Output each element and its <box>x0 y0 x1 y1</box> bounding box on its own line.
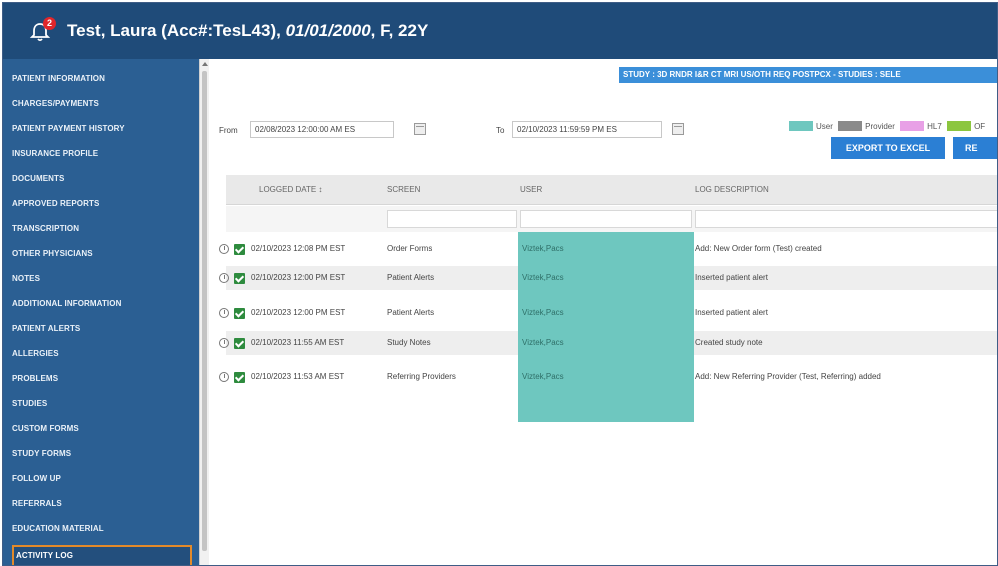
to-date-input[interactable]: 02/10/2023 11:59:59 PM ES <box>512 121 662 138</box>
logged-date-cell: 02/10/2023 12:00 PM EST <box>251 308 346 317</box>
sidebar-item-additional-information[interactable]: ADDITIONAL INFORMATION <box>12 293 192 315</box>
from-label: From <box>219 126 238 135</box>
sidebar-item-education-material[interactable]: EDUCATION MATERIAL <box>12 518 192 540</box>
user-cell: Viztek,Pacs <box>518 365 694 389</box>
export-to-excel-button[interactable]: EXPORT TO EXCEL <box>831 137 945 159</box>
user-cell: Viztek,Pacs <box>518 237 694 261</box>
user-cell: Viztek,Pacs <box>518 301 694 325</box>
column-header-log-description[interactable]: LOG DESCRIPTION <box>695 175 769 205</box>
legend-label-hl7: HL7 <box>927 121 942 131</box>
log-description-cell: Inserted patient alert <box>695 308 768 317</box>
notification-badge: 2 <box>43 17 56 30</box>
sidebar-item-follow-up[interactable]: FOLLOW UP <box>12 468 192 490</box>
screen-cell: Order Forms <box>387 244 433 253</box>
sidebar-item-patient-information[interactable]: PATIENT INFORMATION <box>12 68 192 90</box>
sidebar-item-patient-alerts[interactable]: PATIENT ALERTS <box>12 318 192 340</box>
table-row[interactable]: 02/10/2023 12:00 PM EST Patient Alerts V… <box>219 301 997 325</box>
table-row[interactable]: 02/10/2023 12:08 PM EST Order Forms Vizt… <box>219 237 997 261</box>
history-icon[interactable] <box>219 338 229 348</box>
history-icon[interactable] <box>219 244 229 254</box>
log-description-cell: Inserted patient alert <box>695 273 768 282</box>
sidebar-item-studies[interactable]: STUDIES <box>12 393 192 415</box>
legend-swatch-of <box>947 121 972 131</box>
sidebar-item-referrals[interactable]: REFERRALS <box>12 493 192 515</box>
scroll-up-icon[interactable] <box>202 62 208 66</box>
screen-cell: Referring Providers <box>387 372 456 381</box>
column-header-user[interactable]: USER <box>520 175 542 205</box>
legend-swatch-hl7 <box>900 121 925 131</box>
sidebar-item-notes[interactable]: NOTES <box>12 268 192 290</box>
sidebar-item-problems[interactable]: PROBLEMS <box>12 368 192 390</box>
user-cell: Viztek,Pacs <box>518 266 694 290</box>
checkbox-icon[interactable] <box>234 273 245 284</box>
logged-date-cell: 02/10/2023 11:53 AM EST <box>251 372 345 381</box>
checkbox-icon[interactable] <box>234 338 245 349</box>
sidebar-nav: PATIENT INFORMATION CHARGES/PAYMENTS PAT… <box>3 59 199 565</box>
table-row[interactable]: 02/10/2023 11:55 AM EST Study Notes Vizt… <box>219 331 997 355</box>
user-filter-input[interactable] <box>520 210 692 228</box>
user-cell: Viztek,Pacs <box>518 331 694 355</box>
sidebar-item-activity-log[interactable]: ACTIVITY LOG <box>12 545 192 565</box>
sidebar-item-transcription[interactable]: TRANSCRIPTION <box>12 218 192 240</box>
screen-cell: Patient Alerts <box>387 308 435 317</box>
legend-label-provider: Provider <box>865 121 895 131</box>
legend-swatch-provider <box>838 121 863 131</box>
scrollbar-thumb[interactable] <box>202 71 207 551</box>
to-label: To <box>496 126 505 135</box>
patient-dob: 01/01/2000 <box>285 21 371 40</box>
sidebar-item-custom-forms[interactable]: CUSTOM FORMS <box>12 418 192 440</box>
history-icon[interactable] <box>219 308 229 318</box>
column-header-screen[interactable]: SCREEN <box>387 175 420 205</box>
patient-header: 2 Test, Laura (Acc#:TesL43), 01/01/2000,… <box>3 3 997 59</box>
screen-filter-input[interactable] <box>387 210 517 228</box>
sidebar-item-documents[interactable]: DOCUMENTS <box>12 168 192 190</box>
legend-label-of: OF <box>974 121 986 131</box>
logged-date-cell: 02/10/2023 12:00 PM EST <box>251 273 346 282</box>
checkbox-icon[interactable] <box>234 372 245 383</box>
from-calendar-icon[interactable] <box>414 123 426 135</box>
sidebar-item-approved-reports[interactable]: APPROVED REPORTS <box>12 193 192 215</box>
sidebar-item-insurance-profile[interactable]: INSURANCE PROFILE <box>12 143 192 165</box>
screen-cell: Study Notes <box>387 338 431 347</box>
patient-details: , F, 22Y <box>370 21 429 40</box>
logged-date-cell: 02/10/2023 12:08 PM EST <box>251 244 346 253</box>
history-icon[interactable] <box>219 372 229 382</box>
study-banner: STUDY : 3D RNDR I&R CT MRI US/OTH REQ PO… <box>619 67 997 83</box>
patient-name: Test, Laura (Acc#:TesL43), <box>67 21 281 40</box>
from-date-input[interactable]: 02/08/2023 12:00:00 AM ES <box>250 121 394 138</box>
sidebar-item-study-forms[interactable]: STUDY FORMS <box>12 443 192 465</box>
checkbox-icon[interactable] <box>234 244 245 255</box>
history-icon[interactable] <box>219 273 229 283</box>
table-row[interactable]: 02/10/2023 12:00 PM EST Patient Alerts V… <box>219 266 997 290</box>
legend-swatch-user <box>789 121 813 131</box>
color-legend: User Provider HL7 OF <box>789 121 988 133</box>
sidebar-item-patient-payment-history[interactable]: PATIENT PAYMENT HISTORY <box>12 118 192 140</box>
column-header-logged-date[interactable]: LOGGED DATE ↕ <box>259 175 322 205</box>
sidebar-item-charges-payments[interactable]: CHARGES/PAYMENTS <box>12 93 192 115</box>
legend-label-user: User <box>816 121 833 131</box>
grid-header: LOGGED DATE ↕ SCREEN USER LOG DESCRIPTIO… <box>226 175 997 205</box>
patient-title: Test, Laura (Acc#:TesL43), 01/01/2000, F… <box>67 21 428 41</box>
sidebar-item-allergies[interactable]: ALLERGIES <box>12 343 192 365</box>
sidebar-item-other-physicians[interactable]: OTHER PHYSICIANS <box>12 243 192 265</box>
sidebar-scrollbar[interactable] <box>199 59 209 565</box>
table-row[interactable]: 02/10/2023 11:53 AM EST Referring Provid… <box>219 365 997 389</box>
to-calendar-icon[interactable] <box>672 123 684 135</box>
log-description-cell: Created study note <box>695 338 763 347</box>
log-description-cell: Add: New Order form (Test) created <box>695 244 822 253</box>
checkbox-icon[interactable] <box>234 308 245 319</box>
logged-date-cell: 02/10/2023 11:55 AM EST <box>251 338 345 347</box>
screen-cell: Patient Alerts <box>387 273 435 282</box>
log-description-filter-input[interactable] <box>695 210 997 228</box>
refresh-button[interactable]: RE <box>953 137 997 159</box>
grid-filter-row <box>226 206 997 232</box>
log-description-cell: Add: New Referring Provider (Test, Refer… <box>695 372 881 381</box>
app-frame: 2 Test, Laura (Acc#:TesL43), 01/01/2000,… <box>2 2 998 566</box>
